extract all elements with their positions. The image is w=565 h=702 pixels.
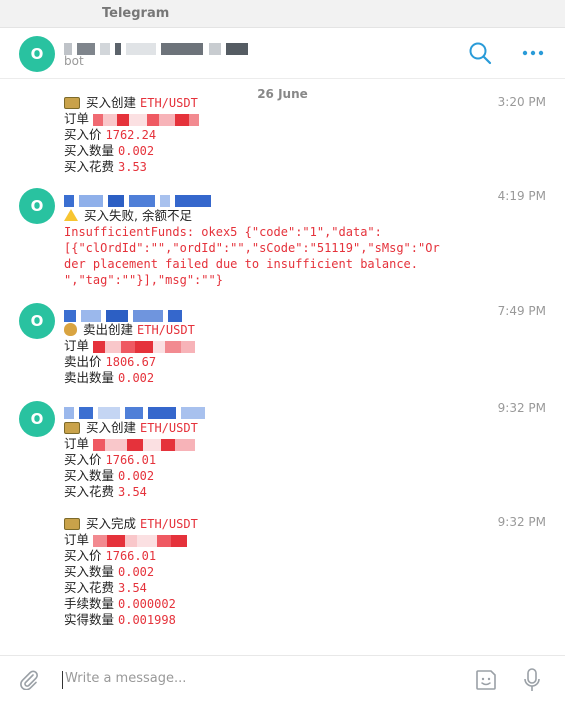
microphone-icon[interactable] [522,667,542,693]
sticker-icon[interactable] [474,668,498,692]
money-bag-icon [64,323,77,336]
msg-label: 订单 [64,338,90,353]
msg-label: 买入完成 [86,516,137,531]
message-list[interactable]: 26 June 买入创建 ETH/USDT 订单 买入价 1762.24 买入数… [0,79,565,654]
message-time: 3:20 PM [497,95,546,109]
order-id-redacted [93,532,187,547]
msg-label: 买入价 [64,127,102,142]
message-input[interactable]: Write a message... [62,671,465,689]
msg-label: 买入数量 [64,468,115,483]
order-id-redacted [93,111,199,126]
sender-name-redacted [64,305,183,322]
message-time: 9:32 PM [497,515,546,529]
msg-label: 手续数量 [64,596,115,611]
sender-name-redacted [64,402,206,419]
msg-value: 0.000002 [118,597,176,611]
msg-label: 买入数量 [64,564,115,579]
chat-header[interactable]: O bot [0,28,565,79]
sender-name-redacted [64,190,212,207]
message-time: 7:49 PM [497,304,546,318]
msg-value: 3.53 [118,160,147,174]
msg-label: 卖出数量 [64,370,115,385]
message-4[interactable]: 买入创建 ETH/USDT 订单 买入价 1766.01 买入数量 0.002 … [64,420,198,500]
msg-value: 1806.67 [105,355,157,369]
msg-label: 卖出价 [64,354,102,369]
error-line: InsufficientFunds: okex5 {"code":"1","da… [64,225,382,239]
message-3[interactable]: 卖出创建 ETH/USDT 订单 卖出价 1806.67 卖出数量 0.002 [64,322,195,386]
msg-value: 1766.01 [105,453,157,467]
msg-value: 0.002 [118,371,155,385]
cash-icon [64,517,80,530]
more-icon[interactable] [520,40,546,66]
msg-label: 买入花费 [64,580,115,595]
msg-value: 3.54 [118,581,147,595]
order-id-redacted [93,338,195,353]
window-title: Telegram [102,6,170,21]
search-icon[interactable] [467,40,493,66]
msg-label: 买入创建 [86,95,137,110]
error-line: [{"clOrdId":"","ordId":"","sCode":"51119… [64,241,440,255]
msg-label: 买入创建 [86,420,137,435]
message-time: 9:32 PM [497,401,546,415]
chat-subtitle: bot [64,54,84,68]
msg-label: 买入价 [64,452,102,467]
msg-label: 卖出创建 [83,322,134,337]
msg-label: 订单 [64,111,90,126]
sender-avatar[interactable]: O [19,401,55,437]
message-5[interactable]: 买入完成 ETH/USDT 订单 买入价 1766.01 买入数量 0.002 … [64,516,198,628]
message-composer: Write a message... [0,655,565,702]
paperclip-icon[interactable] [17,668,39,690]
error-line: ","tag":""}],"msg":""} [64,273,223,287]
msg-value: 3.54 [118,485,147,499]
msg-value: 1762.24 [105,128,157,142]
message-1[interactable]: 买入创建 ETH/USDT 订单 买入价 1762.24 买入数量 0.002 … [64,95,199,175]
msg-value: 0.002 [118,144,155,158]
msg-label: 买入花费 [64,484,115,499]
error-line: der placement failed due to insufficient… [64,257,419,271]
msg-value: 0.002 [118,565,155,579]
sender-avatar[interactable]: O [19,188,55,224]
cash-icon [64,96,80,109]
message-time: 4:19 PM [497,189,546,203]
message-2[interactable]: 买入失败, 余额不足 InsufficientFunds: okex5 {"co… [64,208,440,288]
msg-value: ETH/USDT [140,517,198,531]
msg-value: ETH/USDT [137,323,195,337]
msg-label: 实得数量 [64,612,115,627]
msg-label: 买入价 [64,548,102,563]
warning-icon [64,208,78,221]
msg-label: 订单 [64,532,90,547]
msg-value: ETH/USDT [140,421,198,435]
window-titlebar: Telegram [0,0,565,28]
sender-avatar[interactable]: O [19,303,55,339]
msg-value: ETH/USDT [140,96,198,110]
msg-value: 0.001998 [118,613,176,627]
msg-label: 订单 [64,436,90,451]
chat-name-redacted [64,38,254,55]
msg-value: 0.002 [118,469,155,483]
msg-value: 1766.01 [105,549,157,563]
cash-icon [64,421,80,434]
msg-label: 买入数量 [64,143,115,158]
chat-avatar[interactable]: O [19,36,55,72]
msg-label: 买入花费 [64,159,115,174]
msg-title: 买入失败, 余额不足 [84,208,192,223]
order-id-redacted [93,436,195,451]
